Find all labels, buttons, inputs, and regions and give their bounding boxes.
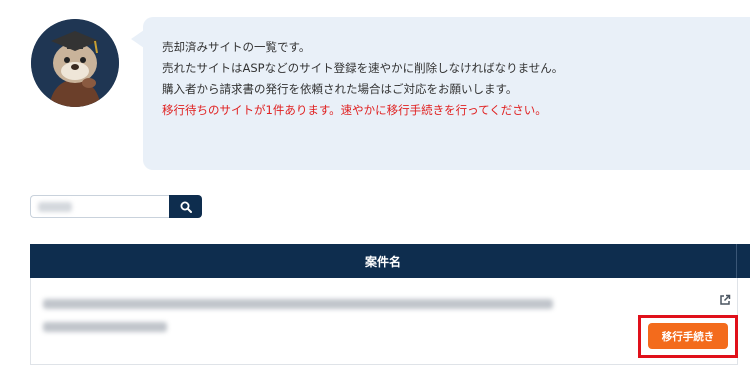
search-input[interactable] [30, 195, 169, 218]
search-input-value-blurred [38, 202, 72, 212]
search-icon [180, 201, 192, 213]
message-line-3: 購入者から請求書の発行を依頼された場合はご対応をお願いします。 [162, 82, 518, 96]
external-link-icon[interactable] [719, 294, 731, 306]
migration-procedure-button[interactable]: 移行手続き [648, 323, 728, 349]
otter-mascot-icon [31, 19, 119, 107]
message-line-2: 売れたサイトはASPなどのサイト登録を速やかに削除しなければなりません。 [162, 61, 564, 75]
mascot-avatar [31, 19, 119, 107]
message-line-1: 売却済みサイトの一覧です。 [162, 40, 311, 54]
search-button[interactable] [169, 195, 202, 218]
column-divider [736, 244, 737, 278]
project-name-redacted-line-1 [43, 299, 553, 309]
table-row [30, 278, 738, 365]
project-name-redacted-line-2 [43, 322, 167, 332]
warning-message: 移行待ちのサイトが1件あります。速やかに移行手続きを行ってください。 [162, 103, 547, 117]
table-header: 案件名 [30, 244, 750, 278]
info-message-bubble: 売却済みサイトの一覧です。 売れたサイトはASPなどのサイト登録を速やかに削除し… [143, 17, 750, 170]
column-header-project-name: 案件名 [364, 254, 401, 269]
